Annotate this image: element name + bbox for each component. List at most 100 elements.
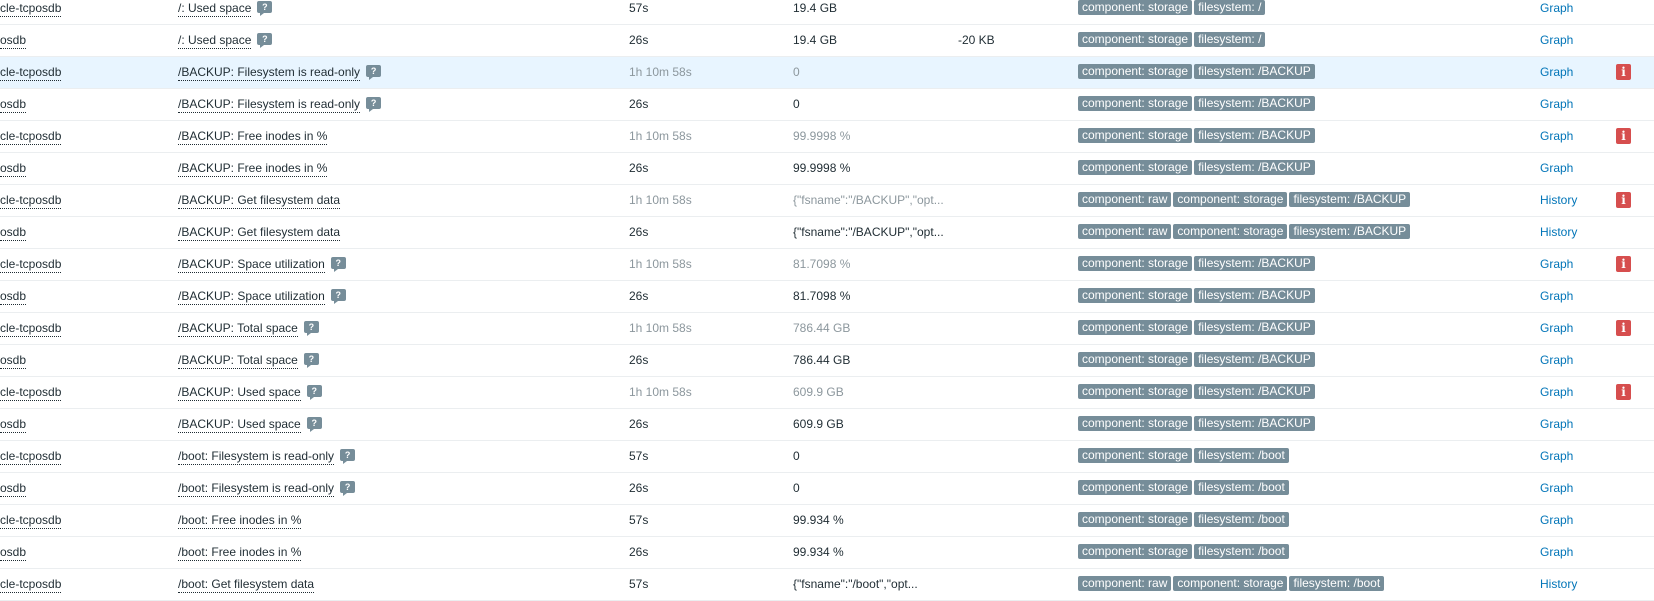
graph-link[interactable]: Graph <box>1540 481 1573 495</box>
tag-badge[interactable]: filesystem: /boot <box>1194 512 1289 528</box>
tag-badge[interactable]: filesystem: /BACKUP <box>1194 288 1315 304</box>
tag-badge[interactable]: filesystem: / <box>1194 0 1266 16</box>
graph-link[interactable]: Graph <box>1540 129 1573 143</box>
host-link[interactable]: cle-tcposdb <box>0 65 62 81</box>
info-icon[interactable]: i <box>1616 191 1631 208</box>
item-name-link[interactable]: /BACKUP: Used space <box>178 417 301 433</box>
graph-link[interactable]: Graph <box>1540 97 1573 111</box>
help-hint-icon[interactable]: ? <box>303 352 319 368</box>
tag-badge[interactable]: component: raw <box>1078 576 1172 592</box>
tag-badge[interactable]: component: storage <box>1078 544 1193 560</box>
tag-badge[interactable]: component: storage <box>1078 32 1193 48</box>
history-link[interactable]: History <box>1540 193 1577 207</box>
tag-badge[interactable]: filesystem: /BACKUP <box>1194 160 1315 176</box>
item-name-link[interactable]: /BACKUP: Space utilization <box>178 289 325 305</box>
item-name-link[interactable]: /BACKUP: Free inodes in % <box>178 161 328 177</box>
history-link[interactable]: History <box>1540 577 1577 591</box>
help-hint-icon[interactable]: ? <box>366 96 382 112</box>
host-link[interactable]: cle-tcposdb <box>0 257 62 273</box>
help-hint-icon[interactable]: ? <box>306 416 322 432</box>
help-hint-icon[interactable]: ? <box>257 0 273 16</box>
tag-badge[interactable]: component: storage <box>1078 64 1193 80</box>
tag-badge[interactable]: filesystem: /boot <box>1194 448 1289 464</box>
host-link[interactable]: cle-tcposdb <box>0 129 62 145</box>
item-name-link[interactable]: /BACKUP: Filesystem is read-only <box>178 65 361 81</box>
tag-badge[interactable]: component: storage <box>1078 320 1193 336</box>
tag-badge[interactable]: component: storage <box>1173 224 1288 240</box>
help-hint-icon[interactable]: ? <box>306 384 322 400</box>
host-link[interactable]: osdb <box>0 225 27 241</box>
tag-badge[interactable]: component: storage <box>1078 0 1193 16</box>
item-name-link[interactable]: /BACKUP: Get filesystem data <box>178 193 341 209</box>
tag-badge[interactable]: component: storage <box>1078 448 1193 464</box>
item-name-link[interactable]: /BACKUP: Total space <box>178 321 298 337</box>
item-name-link[interactable]: /boot: Get filesystem data <box>178 577 315 593</box>
tag-badge[interactable]: filesystem: /BACKUP <box>1194 128 1315 144</box>
host-link[interactable]: osdb <box>0 417 27 433</box>
host-link[interactable]: osdb <box>0 289 27 305</box>
tag-badge[interactable]: filesystem: / <box>1194 32 1266 48</box>
item-name-link[interactable]: /BACKUP: Space utilization <box>178 257 325 273</box>
tag-badge[interactable]: filesystem: /BACKUP <box>1289 192 1411 208</box>
tag-badge[interactable]: component: storage <box>1173 576 1288 592</box>
info-icon[interactable]: i <box>1616 127 1631 144</box>
item-name-link[interactable]: /BACKUP: Used space <box>178 385 301 401</box>
tag-badge[interactable]: component: storage <box>1078 416 1193 432</box>
item-name-link[interactable]: /BACKUP: Free inodes in % <box>178 129 328 145</box>
host-link[interactable]: cle-tcposdb <box>0 449 62 465</box>
help-hint-icon[interactable]: ? <box>366 64 382 80</box>
host-link[interactable]: osdb <box>0 97 27 113</box>
tag-badge[interactable]: component: storage <box>1173 192 1288 208</box>
item-name-link[interactable]: /BACKUP: Total space <box>178 353 298 369</box>
host-link[interactable]: cle-tcposdb <box>0 1 62 17</box>
tag-badge[interactable]: component: storage <box>1078 128 1193 144</box>
item-name-link[interactable]: /: Used space <box>178 33 252 49</box>
info-icon[interactable]: i <box>1616 319 1631 336</box>
tag-badge[interactable]: component: storage <box>1078 480 1193 496</box>
graph-link[interactable]: Graph <box>1540 257 1573 271</box>
tag-badge[interactable]: filesystem: /BACKUP <box>1194 320 1315 336</box>
tag-badge[interactable]: filesystem: /BACKUP <box>1194 352 1315 368</box>
help-hint-icon[interactable]: ? <box>257 32 273 48</box>
tag-badge[interactable]: filesystem: /BACKUP <box>1194 96 1315 112</box>
tag-badge[interactable]: component: storage <box>1078 256 1193 272</box>
graph-link[interactable]: Graph <box>1540 353 1573 367</box>
tag-badge[interactable]: filesystem: /boot <box>1194 544 1289 560</box>
help-hint-icon[interactable]: ? <box>340 448 356 464</box>
tag-badge[interactable]: component: raw <box>1078 224 1172 240</box>
tag-badge[interactable]: filesystem: /BACKUP <box>1194 256 1315 272</box>
graph-link[interactable]: Graph <box>1540 449 1573 463</box>
tag-badge[interactable]: component: storage <box>1078 288 1193 304</box>
tag-badge[interactable]: filesystem: /boot <box>1289 576 1385 592</box>
tag-badge[interactable]: component: storage <box>1078 96 1193 112</box>
graph-link[interactable]: Graph <box>1540 417 1573 431</box>
help-hint-icon[interactable]: ? <box>303 320 319 336</box>
graph-link[interactable]: Graph <box>1540 513 1573 527</box>
graph-link[interactable]: Graph <box>1540 545 1573 559</box>
graph-link[interactable]: Graph <box>1540 65 1573 79</box>
tag-badge[interactable]: filesystem: /BACKUP <box>1194 416 1315 432</box>
help-hint-icon[interactable]: ? <box>330 288 346 304</box>
host-link[interactable]: osdb <box>0 353 27 369</box>
info-icon[interactable]: i <box>1616 255 1631 272</box>
tag-badge[interactable]: filesystem: /BACKUP <box>1194 64 1315 80</box>
graph-link[interactable]: Graph <box>1540 33 1573 47</box>
graph-link[interactable]: Graph <box>1540 289 1573 303</box>
tag-badge[interactable]: filesystem: /BACKUP <box>1289 224 1411 240</box>
item-name-link[interactable]: /: Used space <box>178 1 252 17</box>
graph-link[interactable]: Graph <box>1540 161 1573 175</box>
item-name-link[interactable]: /boot: Free inodes in % <box>178 513 302 529</box>
host-link[interactable]: cle-tcposdb <box>0 513 62 529</box>
host-link[interactable]: cle-tcposdb <box>0 321 62 337</box>
host-link[interactable]: osdb <box>0 161 27 177</box>
tag-badge[interactable]: component: storage <box>1078 384 1193 400</box>
host-link[interactable]: cle-tcposdb <box>0 577 62 593</box>
graph-link[interactable]: Graph <box>1540 385 1573 399</box>
help-hint-icon[interactable]: ? <box>340 480 356 496</box>
tag-badge[interactable]: filesystem: /boot <box>1194 480 1289 496</box>
tag-badge[interactable]: component: storage <box>1078 352 1193 368</box>
host-link[interactable]: osdb <box>0 545 27 561</box>
item-name-link[interactable]: /boot: Free inodes in % <box>178 545 302 561</box>
graph-link[interactable]: Graph <box>1540 321 1573 335</box>
info-icon[interactable]: i <box>1616 383 1631 400</box>
